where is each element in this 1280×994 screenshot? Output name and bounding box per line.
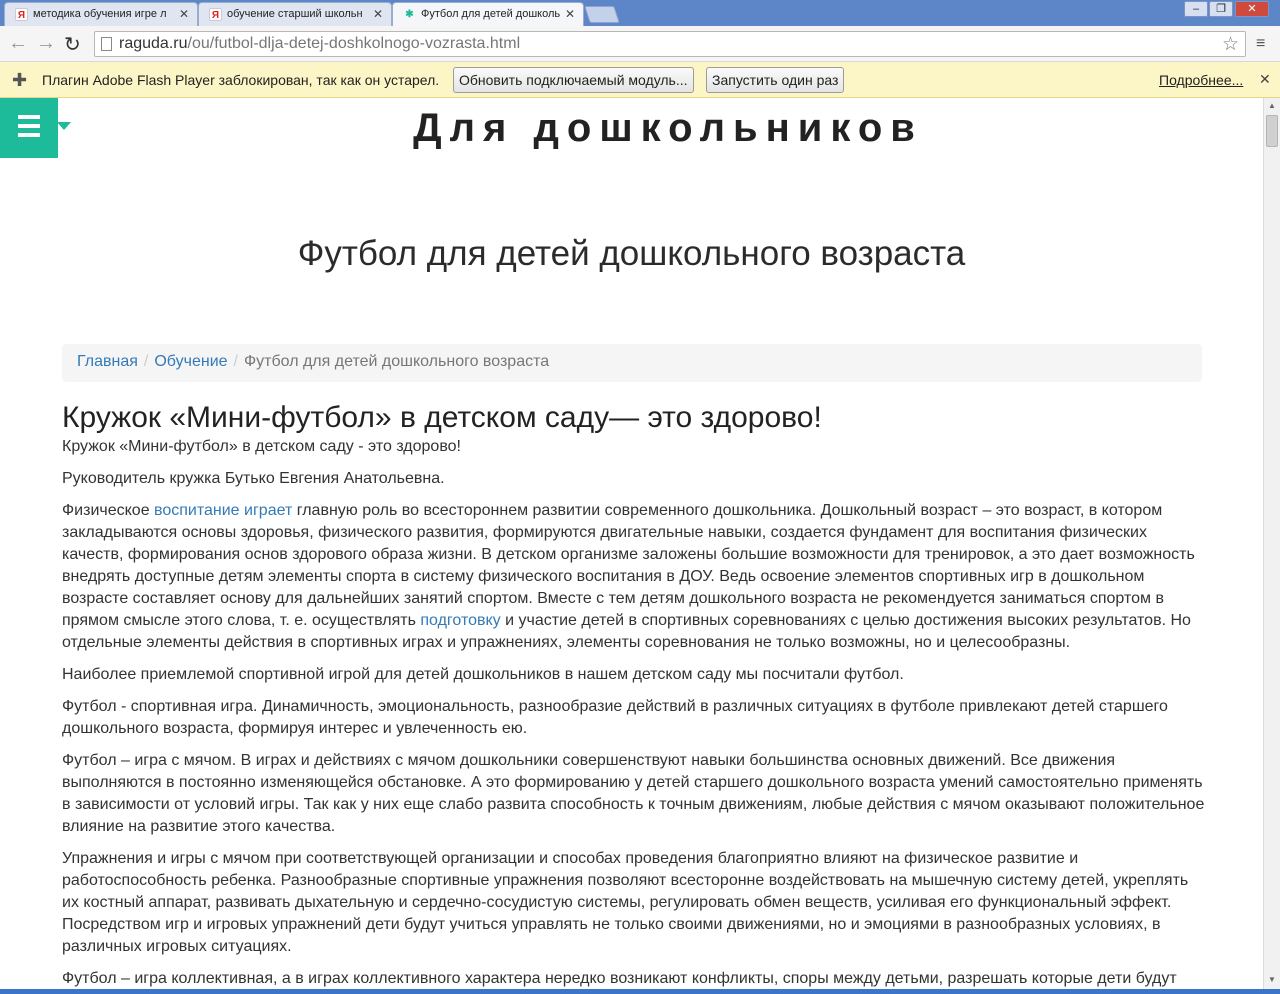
article-paragraph: Футбол – игра с мячом. В играх и действи… (62, 752, 1205, 835)
more-info-link[interactable]: Подробнее... (1159, 72, 1243, 88)
back-arrow-icon[interactable]: ← (8, 32, 28, 55)
tab-2[interactable]: Я обучение старший школьн ✕ (198, 2, 392, 26)
upbringing-link[interactable]: воспитание играет (154, 502, 292, 519)
article-paragraph: Футбол – игра коллективная, а в играх ко… (62, 970, 1177, 987)
tab-title: Футбол для детей дошколь (421, 8, 561, 20)
site-title[interactable]: Для дошкольников (0, 106, 1263, 151)
article-paragraph: Физическое воспитание играет главную рол… (62, 500, 1207, 654)
new-tab-button[interactable] (584, 6, 620, 23)
tab-close-icon[interactable]: ✕ (373, 7, 383, 21)
scroll-up-arrow-icon[interactable]: ▲ (1268, 101, 1276, 110)
breadcrumb-home[interactable]: Главная (77, 353, 138, 370)
bookmark-star-icon[interactable]: ☆ (1222, 33, 1239, 56)
tab-1[interactable]: Я методика обучения игре л ✕ (4, 2, 198, 26)
article-title: Кружок «Мини-футбол» в детском саду— это… (62, 401, 822, 434)
tab-close-icon[interactable]: ✕ (179, 7, 189, 21)
tab-3-active[interactable]: ✱ Футбол для детей дошколь ✕ (392, 2, 584, 26)
infobar-message: Плагин Adobe Flash Player заблокирован, … (42, 72, 440, 88)
article-subtitle: Кружок «Мини-футбол» в детском саду - эт… (62, 438, 461, 455)
plugin-infobar: ✚ Плагин Adobe Flash Player заблокирован… (0, 62, 1280, 98)
text-fragment: главную роль во всестороннем развитии со… (62, 502, 1195, 629)
raguda-icon: ✱ (405, 9, 414, 20)
article-paragraph: Упражнения и игры с мячом при соответств… (62, 850, 1189, 955)
training-link[interactable]: подготовку (420, 612, 500, 629)
breadcrumb-section[interactable]: Обучение (154, 353, 227, 370)
reload-icon[interactable]: ↻ (64, 32, 81, 57)
scroll-down-arrow-icon[interactable]: ▼ (1268, 975, 1276, 984)
browser-toolbar: ← → ↻ raguda.ru/ou/futbol-dlja-detej-dos… (0, 26, 1280, 62)
yandex-icon: Я (15, 8, 28, 21)
yandex-icon: Я (209, 8, 222, 21)
page-icon (101, 37, 112, 51)
article-paragraph: Руководитель кружка Бутько Евгения Анато… (62, 470, 445, 487)
article: Кружок «Мини-футбол» в детском саду— это… (62, 400, 1207, 989)
update-plugin-button[interactable]: Обновить подключаемый модуль... (453, 67, 694, 93)
page-title: Футбол для детей дошкольного возраста (297, 234, 966, 273)
url-path: /ou/futbol-dlja-detej-doshkolnogo-vozras… (187, 35, 521, 52)
run-once-button[interactable]: Запустить один раз (706, 67, 845, 93)
breadcrumb-current: Футбол для детей дошкольного возраста (243, 353, 550, 370)
browser-menu-icon[interactable]: ≡ (1256, 35, 1265, 53)
window-bottom-edge (0, 989, 1280, 994)
address-bar[interactable]: raguda.ru/ou/futbol-dlja-detej-doshkolno… (94, 31, 1246, 57)
browser-title-bar: Я методика обучения игре л ✕ Я обучение … (0, 0, 1280, 26)
text-fragment: Физическое (62, 502, 155, 519)
forward-arrow-icon[interactable]: → (36, 32, 56, 55)
minimize-button[interactable]: – (1184, 1, 1208, 17)
url-host: raguda.ru (119, 35, 188, 52)
puzzle-icon: ✚ (12, 70, 28, 90)
breadcrumb: Главная / Обучение / Футбол для детей дошкол… (62, 344, 1202, 382)
restore-button[interactable]: ❐ (1209, 1, 1233, 17)
tab-close-icon[interactable]: ✕ (565, 7, 575, 21)
article-paragraph: Наиболее приемлемой спортивной игрой для… (62, 666, 904, 683)
page-viewport: Для дошкольников Футбол для детей дошкол… (0, 98, 1263, 989)
close-window-button[interactable]: ✕ (1235, 1, 1269, 17)
vertical-scrollbar[interactable]: ▲ ▼ (1263, 98, 1280, 989)
breadcrumb-separator: / (143, 353, 149, 370)
tab-title: методика обучения игре л (33, 8, 167, 20)
scrollbar-thumb[interactable] (1266, 115, 1278, 147)
infobar-close-icon[interactable]: ✕ (1259, 71, 1271, 88)
breadcrumb-separator: / (233, 353, 238, 370)
article-paragraph: Футбол - спортивная игра. Динамичность, … (62, 698, 1168, 737)
tab-title: обучение старший школьн (227, 8, 363, 20)
